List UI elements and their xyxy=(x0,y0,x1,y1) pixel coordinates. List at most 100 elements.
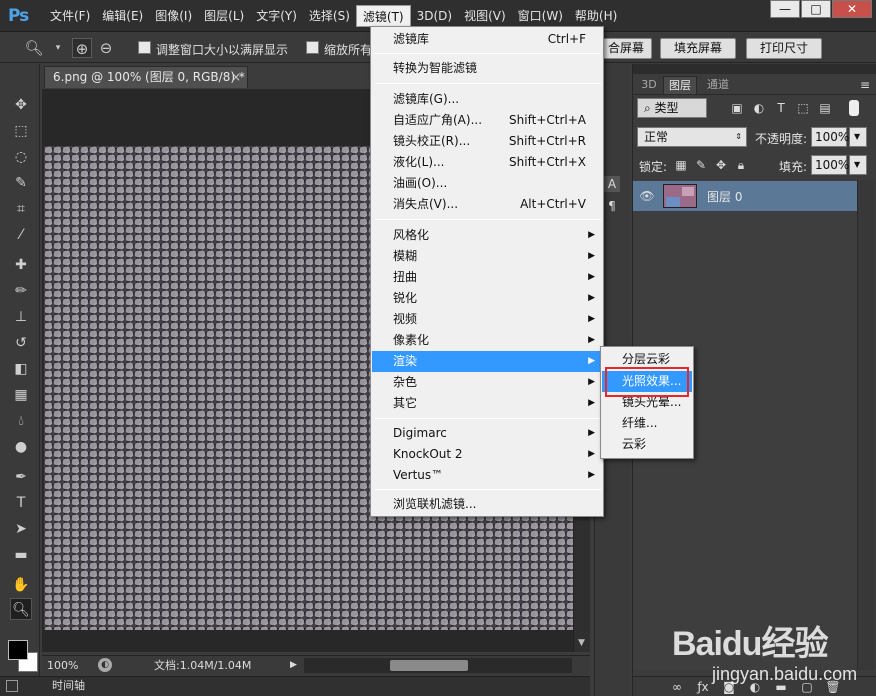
menu-item-lens-correction[interactable]: 镜头校正(R)... Shift+Ctrl+R xyxy=(372,131,602,152)
tab-layers[interactable]: 图层 xyxy=(663,76,697,94)
dodge-tool-icon[interactable]: ● xyxy=(10,436,32,458)
fill-dropdown-icon[interactable]: ▼ xyxy=(849,155,867,175)
close-button[interactable]: ✕ xyxy=(832,0,872,18)
move-tool-icon[interactable]: ✥ xyxy=(10,94,32,116)
foreground-color-swatch[interactable] xyxy=(8,640,28,660)
menu-view[interactable]: 视图(V) xyxy=(458,5,512,27)
gradient-tool-icon[interactable]: ▦ xyxy=(10,384,32,406)
opacity-input[interactable]: 100% xyxy=(811,127,849,147)
menu-item-other[interactable]: 其它 ▶ xyxy=(372,393,602,414)
add-mask-icon[interactable]: ◙ xyxy=(721,679,737,695)
layer-visibility-eye-icon[interactable]: 👁︎ xyxy=(639,188,655,204)
submenu-item-fibers[interactable]: 纤维... xyxy=(602,413,692,434)
menu-image[interactable]: 图像(I) xyxy=(149,5,198,27)
fill-screen-button[interactable]: 填充屏幕 xyxy=(660,38,736,59)
text-panel-icon[interactable]: A xyxy=(604,176,620,192)
layer-name[interactable]: 图层 0 xyxy=(707,188,742,205)
adjustment-layer-icon[interactable]: ◐ xyxy=(747,679,763,695)
menu-item-vertus[interactable]: Vertus™ ▶ xyxy=(372,465,602,486)
menu-item-digimarc[interactable]: Digimarc ▶ xyxy=(372,423,602,444)
zoom-out-icon[interactable]: ⊖ xyxy=(96,38,116,58)
panel-menu-icon[interactable]: ≡ xyxy=(857,77,873,93)
menu-file[interactable]: 文件(F) xyxy=(44,5,96,27)
print-size-button[interactable]: 打印尺寸 xyxy=(746,38,822,59)
menu-3d[interactable]: 3D(D) xyxy=(411,5,458,27)
timeline-label[interactable]: 时间轴 xyxy=(52,677,85,695)
zoom-tool-icon[interactable]: 🔍︎ xyxy=(10,598,32,620)
lock-transparent-icon[interactable]: ▦ xyxy=(673,157,689,173)
fill-input[interactable]: 100% xyxy=(811,155,849,175)
menu-item-sharpen[interactable]: 锐化 ▶ xyxy=(372,288,602,309)
maximize-button[interactable]: □ xyxy=(801,0,831,18)
menu-item-knockout[interactable]: KnockOut 2 ▶ xyxy=(372,444,602,465)
status-menu-arrow-icon[interactable]: ▶ xyxy=(290,656,297,675)
tab-channels[interactable]: 通道 xyxy=(701,76,735,94)
lasso-tool-icon[interactable]: ◌ xyxy=(10,146,32,168)
menu-edit[interactable]: 编辑(E) xyxy=(96,5,149,27)
filter-adjustment-icon[interactable]: ◐ xyxy=(751,100,767,116)
fit-screen-button[interactable]: 合屏幕 xyxy=(600,38,652,59)
menu-window[interactable]: 窗口(W) xyxy=(512,5,569,27)
clone-stamp-tool-icon[interactable]: ⊥ xyxy=(10,306,32,328)
layers-scrollbar[interactable] xyxy=(857,180,875,670)
menu-item-adaptive-wide-angle[interactable]: 自适应广角(A)... Shift+Ctrl+A xyxy=(372,110,602,131)
menu-filter[interactable]: 滤镜(T) xyxy=(355,5,411,27)
blur-tool-icon[interactable]: 💧︎ xyxy=(10,410,32,432)
filter-type-icon[interactable]: T xyxy=(773,100,789,116)
menu-item-blur[interactable]: 模糊 ▶ xyxy=(372,246,602,267)
filter-pixel-icon[interactable]: ▣ xyxy=(729,100,745,116)
menu-item-stylize[interactable]: 风格化 ▶ xyxy=(372,225,602,246)
menu-item-render[interactable]: 渲染 ▶ xyxy=(372,351,602,372)
menu-item-video[interactable]: 视频 ▶ xyxy=(372,309,602,330)
menu-help[interactable]: 帮助(H) xyxy=(569,5,623,27)
canvas-horizontal-scrollbar[interactable] xyxy=(304,658,572,673)
zoom-all-checkbox[interactable] xyxy=(306,41,319,54)
menu-item-distort[interactable]: 扭曲 ▶ xyxy=(372,267,602,288)
submenu-item-clouds[interactable]: 云彩 xyxy=(602,434,692,455)
healing-brush-tool-icon[interactable]: ✚ xyxy=(10,254,32,276)
menu-item-vanishing-point[interactable]: 消失点(V)... Alt+Ctrl+V xyxy=(372,194,602,215)
new-group-icon[interactable]: ▬ xyxy=(773,679,789,695)
horizontal-scroll-thumb[interactable] xyxy=(390,660,468,671)
menu-layer[interactable]: 图层(L) xyxy=(198,5,250,27)
shape-tool-icon[interactable]: ▬ xyxy=(10,544,32,566)
crop-tool-icon[interactable]: ⌗ xyxy=(10,198,32,220)
layer-style-icon[interactable]: ƒx xyxy=(695,679,711,695)
type-tool-icon[interactable]: T xyxy=(10,492,32,514)
filter-smart-object-icon[interactable]: ▤ xyxy=(817,100,833,116)
status-info-icon[interactable]: ◐ xyxy=(98,658,112,672)
quick-selection-tool-icon[interactable]: ✎ xyxy=(10,172,32,194)
zoom-in-icon[interactable]: ⊕ xyxy=(72,38,92,58)
menu-item-pixelate[interactable]: 像素化 ▶ xyxy=(372,330,602,351)
tool-preset-dropdown-icon[interactable]: ▾ xyxy=(48,38,68,58)
menu-item-convert-smart-filter[interactable]: 转换为智能滤镜 xyxy=(372,58,602,79)
eyedropper-tool-icon[interactable]: ⁄ xyxy=(10,224,32,246)
opacity-dropdown-icon[interactable]: ▼ xyxy=(849,127,867,147)
path-selection-tool-icon[interactable]: ➤ xyxy=(10,518,32,540)
brush-tool-icon[interactable]: ✏ xyxy=(10,280,32,302)
layer-row[interactable]: 👁︎ 图层 0 xyxy=(633,181,857,211)
paragraph-panel-icon[interactable]: ¶ xyxy=(604,198,620,214)
lock-all-icon[interactable]: 🔒︎ xyxy=(733,157,749,173)
menu-type[interactable]: 文字(Y) xyxy=(250,5,303,27)
new-layer-icon[interactable]: ▢ xyxy=(799,679,815,695)
menu-item-oil-paint[interactable]: 油画(O)... xyxy=(372,173,602,194)
lock-pixels-icon[interactable]: ✎ xyxy=(693,157,709,173)
hand-tool-icon[interactable]: ✋ xyxy=(10,574,32,596)
tab-3d[interactable]: 3D xyxy=(637,76,661,94)
pen-tool-icon[interactable]: ✒ xyxy=(10,466,32,488)
blend-mode-select[interactable]: 正常 ⇕ xyxy=(637,127,747,147)
zoom-tool-icon[interactable]: 🔍︎ xyxy=(24,38,44,58)
scroll-down-icon[interactable]: ▼ xyxy=(578,638,585,648)
layer-filter-kind[interactable]: ⌕ 类型 xyxy=(637,98,707,118)
menu-item-liquify[interactable]: 液化(L)... Shift+Ctrl+X xyxy=(372,152,602,173)
link-layers-icon[interactable]: ∞ xyxy=(669,679,685,695)
tab-close-icon[interactable]: × xyxy=(231,67,241,87)
menu-item-filter-gallery-last[interactable]: 滤镜库 Ctrl+F xyxy=(372,29,602,50)
menu-item-noise[interactable]: 杂色 ▶ xyxy=(372,372,602,393)
filter-toggle-switch[interactable] xyxy=(849,100,859,116)
menu-item-filter-gallery[interactable]: 滤镜库(G)... xyxy=(372,89,602,110)
delete-layer-icon[interactable]: 🗑︎ xyxy=(825,679,841,695)
menu-select[interactable]: 选择(S) xyxy=(303,5,356,27)
history-brush-tool-icon[interactable]: ↺ xyxy=(10,332,32,354)
